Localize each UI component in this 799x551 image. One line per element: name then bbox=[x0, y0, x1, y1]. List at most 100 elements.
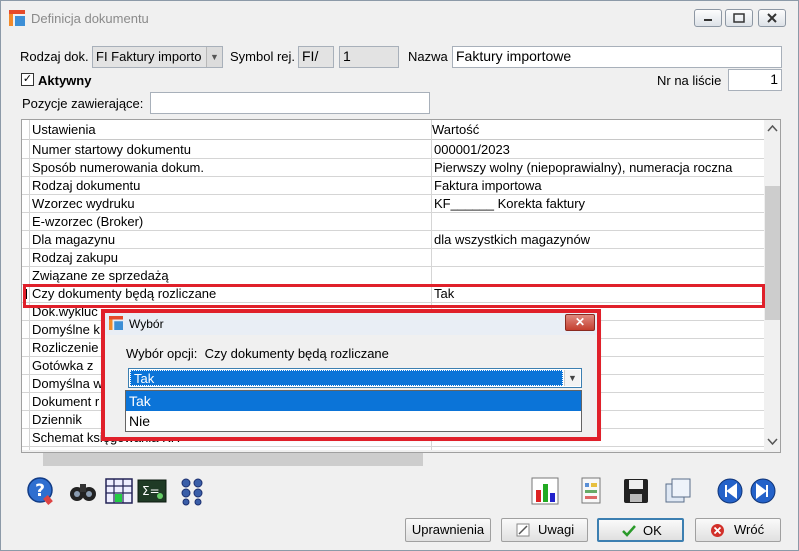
setting-name: Dziennik bbox=[32, 412, 82, 427]
nr-field[interactable]: 1 bbox=[728, 69, 782, 91]
symbol-prefix-field[interactable]: FI/ bbox=[298, 46, 334, 68]
cancel-icon bbox=[711, 524, 724, 537]
wroc-button[interactable]: Wróć bbox=[695, 518, 781, 542]
ok-button[interactable]: OK bbox=[597, 518, 684, 542]
vertical-scrollbar[interactable] bbox=[764, 120, 781, 450]
network-icon[interactable] bbox=[178, 476, 208, 506]
setting-name: Domyślne k bbox=[32, 322, 100, 337]
formula-icon[interactable]: Σ= bbox=[137, 476, 167, 506]
nazwa-label: Nazwa bbox=[408, 49, 448, 64]
setting-name: Czy dokumenty będą rozliczane bbox=[32, 286, 217, 301]
copy-icon[interactable] bbox=[663, 476, 693, 506]
dialog-prompt: Wybór opcji: Czy dokumenty będą rozlicza… bbox=[126, 346, 389, 361]
table-row[interactable]: Czy dokumenty będą rozliczane Tak bbox=[22, 285, 764, 303]
rodzaj-value: FI Faktury importo bbox=[96, 49, 202, 64]
setting-name: Domyślna w bbox=[32, 376, 103, 391]
window-title: Definicja dokumentu bbox=[31, 11, 149, 26]
main-window: Definicja dokumentu Rodzaj dok. FI Faktu… bbox=[0, 0, 799, 551]
dialog-title: Wybór bbox=[129, 317, 164, 331]
setting-name: Dok.wykluc bbox=[32, 304, 98, 319]
setting-name: Rodzaj zakupu bbox=[32, 250, 118, 265]
setting-name: Dla magazynu bbox=[32, 232, 116, 247]
dialog-app-icon bbox=[109, 316, 123, 330]
minimize-button[interactable] bbox=[694, 9, 722, 27]
uwagi-label: Uwagi bbox=[538, 522, 575, 537]
grid-header: Ustawienia Wartość bbox=[22, 120, 764, 140]
note-icon bbox=[516, 523, 530, 537]
setting-value: Pierwszy wolny (niepoprawialny), numerac… bbox=[434, 160, 733, 175]
setting-name: Numer startowy dokumentu bbox=[32, 142, 191, 157]
table-row[interactable]: Związane ze sprzedażą bbox=[22, 267, 764, 285]
option-tak[interactable]: Tak bbox=[126, 391, 581, 411]
option-select-value: Tak bbox=[130, 370, 563, 386]
setting-name: Rozliczenie bbox=[32, 340, 99, 355]
chart-icon[interactable] bbox=[530, 476, 560, 506]
maximize-icon bbox=[733, 13, 745, 23]
uprawnienia-button[interactable]: Uprawnienia bbox=[405, 518, 491, 542]
setting-value: KF______ Korekta faktury bbox=[434, 196, 586, 211]
setting-value: dla wszystkich magazynów bbox=[434, 232, 591, 247]
table-row[interactable]: E-wzorzec (Broker) bbox=[22, 213, 764, 231]
chevron-down-icon: ▼ bbox=[206, 47, 222, 67]
scroll-up-icon[interactable] bbox=[764, 120, 781, 137]
option-select[interactable]: Tak ▼ bbox=[128, 368, 582, 388]
pozycje-field[interactable] bbox=[150, 92, 430, 114]
maximize-button[interactable] bbox=[725, 9, 753, 27]
setting-name: Gotówka z bbox=[32, 358, 94, 373]
option-dropdown-list: Tak Nie bbox=[125, 390, 582, 432]
nazwa-field[interactable]: Faktury importowe bbox=[452, 46, 782, 68]
setting-value: Tak bbox=[434, 286, 455, 301]
ok-label: OK bbox=[643, 523, 662, 538]
document-icon[interactable] bbox=[576, 476, 606, 506]
close-button[interactable] bbox=[758, 9, 786, 27]
help-icon[interactable]: ? bbox=[26, 476, 56, 506]
symbol-number-field[interactable]: 1 bbox=[339, 46, 399, 68]
setting-name: Rodzaj dokumentu bbox=[32, 178, 141, 193]
first-icon[interactable] bbox=[715, 476, 745, 506]
svg-text:?: ? bbox=[35, 481, 45, 501]
dialog-title-bar: Wybór ✕ bbox=[103, 313, 597, 335]
setting-name: Dokument r bbox=[32, 394, 100, 409]
setting-name: Wzorzec wydruku bbox=[32, 196, 135, 211]
pozycje-label: Pozycje zawierające: bbox=[22, 96, 144, 111]
nr-label: Nr na liście bbox=[657, 73, 722, 88]
symbol-label: Symbol rej. bbox=[230, 49, 296, 64]
table-row[interactable]: Rodzaj zakupu bbox=[22, 249, 764, 267]
column-header-ustawienia[interactable]: Ustawienia bbox=[32, 122, 96, 137]
check-icon bbox=[622, 525, 636, 537]
scroll-left-icon[interactable] bbox=[22, 450, 39, 453]
aktywny-checkbox[interactable]: ✓ bbox=[21, 73, 34, 86]
dialog-close-button[interactable]: ✕ bbox=[565, 314, 595, 331]
column-header-wartosc[interactable]: Wartość bbox=[432, 122, 479, 137]
current-row-marker bbox=[23, 289, 27, 299]
scroll-right-icon[interactable] bbox=[748, 450, 765, 453]
rodzaj-select[interactable]: FI Faktury importo ▼ bbox=[92, 46, 223, 68]
table-row[interactable]: Wzorzec wydruku KF______ Korekta faktury bbox=[22, 195, 764, 213]
setting-name: Sposób numerowania dokum. bbox=[32, 160, 204, 175]
title-bar: Definicja dokumentu bbox=[1, 1, 798, 35]
next-icon[interactable] bbox=[748, 476, 778, 506]
setting-name: Związane ze sprzedażą bbox=[32, 268, 169, 283]
save-icon[interactable] bbox=[621, 476, 651, 506]
horizontal-scroll-thumb[interactable] bbox=[43, 453, 423, 466]
aktywny-label: Aktywny bbox=[38, 73, 92, 88]
setting-value: Faktura importowa bbox=[434, 178, 542, 193]
table-row[interactable]: Rodzaj dokumentu Faktura importowa bbox=[22, 177, 764, 195]
table-row[interactable]: Sposób numerowania dokum. Pierwszy wolny … bbox=[22, 159, 764, 177]
table-row[interactable]: Dla magazynu dla wszystkich magazynów bbox=[22, 231, 764, 249]
vertical-scroll-thumb[interactable] bbox=[765, 186, 780, 320]
chevron-down-icon[interactable]: ▼ bbox=[564, 370, 580, 386]
app-icon bbox=[9, 10, 25, 26]
svg-text:Σ=: Σ= bbox=[142, 484, 160, 498]
calculator-grid-icon[interactable] bbox=[104, 476, 134, 506]
scroll-down-icon[interactable] bbox=[764, 433, 781, 450]
option-nie[interactable]: Nie bbox=[126, 411, 581, 431]
minimize-icon bbox=[704, 19, 712, 21]
binoculars-icon[interactable] bbox=[68, 476, 98, 506]
uwagi-button[interactable]: Uwagi bbox=[501, 518, 588, 542]
close-icon bbox=[767, 13, 777, 23]
setting-name: E-wzorzec (Broker) bbox=[32, 214, 144, 229]
table-row[interactable]: Numer startowy dokumentu 000001/2023 bbox=[22, 141, 764, 159]
wroc-label: Wróć bbox=[734, 522, 765, 537]
setting-value: 000001/2023 bbox=[434, 142, 510, 157]
